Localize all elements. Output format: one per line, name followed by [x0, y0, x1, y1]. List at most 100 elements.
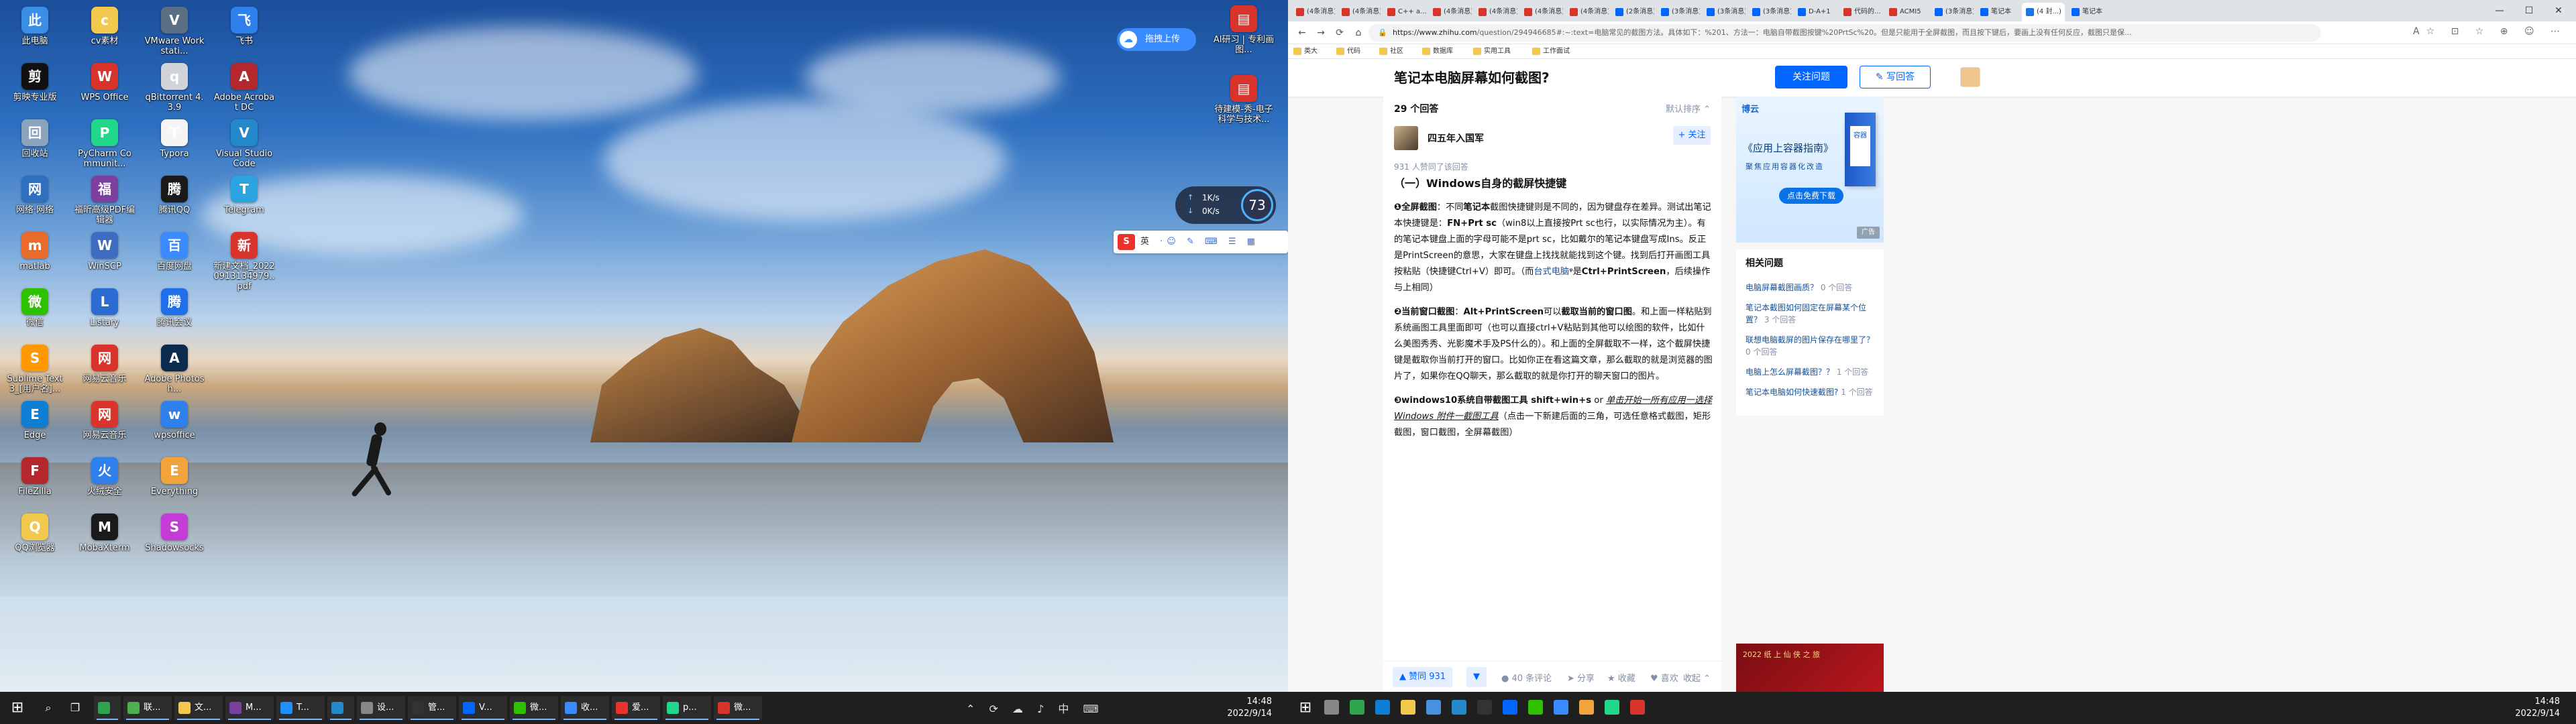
- desktop-shortcut[interactable]: m matlab: [4, 231, 66, 287]
- taskbar-clock[interactable]: 14:48 2022/9/14: [1198, 696, 1272, 720]
- ad-banner-bottom[interactable]: 2022 纸 上 仙 侠 之 旅: [1736, 644, 1884, 692]
- desktop-shortcut[interactable]: E Everything: [144, 456, 205, 512]
- browser-tab[interactable]: C++ a...: [1383, 3, 1426, 21]
- desktop-shortcut[interactable]: 剪剪映专业版: [4, 62, 66, 118]
- share-button[interactable]: ➤ 分享: [1567, 671, 1595, 684]
- task-view-icon[interactable]: ❐: [63, 696, 87, 720]
- related-question-item[interactable]: 笔记本截图如何固定在屏幕某个位置？ 3 个回答: [1746, 302, 1880, 326]
- taskbar-app-icon[interactable]: [1477, 700, 1492, 715]
- desktop-shortcut[interactable]: W WinSCP: [74, 231, 136, 287]
- desktop-shortcut[interactable]: 飞飞书: [213, 5, 275, 62]
- bookmark-folder[interactable]: 社区: [1378, 46, 1403, 57]
- desktop-shortcut[interactable]: 网网易云音乐: [74, 400, 136, 456]
- related-question-item[interactable]: 联想电脑截屏的图片保存在哪里了？ 0 个回答: [1746, 334, 1880, 358]
- back-icon[interactable]: ←: [1295, 25, 1309, 40]
- taskbar-app-icon[interactable]: [1528, 700, 1543, 715]
- ime-mode-label[interactable]: 英: [1140, 237, 1149, 247]
- maximize-button[interactable]: ☐: [2516, 3, 2542, 19]
- network-speed-widget[interactable]: ↑ 1K/s ↓ 0K/s 73: [1175, 186, 1276, 224]
- related-question-link[interactable]: 联想电脑截屏的图片保存在哪里了？: [1746, 335, 1874, 345]
- desktop-shortcut[interactable]: 百百度网盘: [144, 231, 205, 287]
- desktop-shortcut[interactable]: E Edge: [4, 400, 66, 456]
- browser-tab[interactable]: (4条消息): [1292, 3, 1335, 21]
- taskbar-app-icon[interactable]: [1401, 700, 1415, 715]
- desktop-shortcut[interactable]: Q QQ浏览器: [4, 512, 66, 568]
- favorite-button[interactable]: ★ 收藏: [1607, 671, 1635, 684]
- bookmark-folder[interactable]: 类大: [1292, 46, 1318, 57]
- url-input[interactable]: 🔒 https://www.zhihu.com/question/2949466…: [1368, 24, 2321, 42]
- follow-author-button[interactable]: + 关注: [1673, 126, 1711, 145]
- taskbar-app-button[interactable]: 微...: [714, 696, 762, 720]
- browser-tab[interactable]: (4条消息): [1429, 3, 1472, 21]
- taskbar-app-icon[interactable]: [1554, 700, 1568, 715]
- taskbar-app-icon[interactable]: [1324, 700, 1339, 715]
- taskbar-app-button[interactable]: 微...: [510, 696, 558, 720]
- browser-extension-icons[interactable]: A☆ ⊡ ☆ ⊕ ☺ ⋯: [2413, 26, 2567, 37]
- like-button[interactable]: ♥ 喜欢: [1650, 671, 1678, 684]
- taskbar-app-button[interactable]: 管...: [408, 696, 456, 720]
- ad-download-button[interactable]: 点击免费下载: [1779, 188, 1843, 204]
- taskbar-app-icon[interactable]: [1375, 700, 1390, 715]
- ad-banner[interactable]: 博云 《应用上容器指南》 聚焦应用容器化改造 容器 点击免费下载 广告: [1736, 97, 1884, 243]
- browser-tab[interactable]: (3条消息): [1657, 3, 1700, 21]
- search-icon[interactable]: ⌕: [36, 696, 60, 720]
- browser-tab[interactable]: (4条消息): [1520, 3, 1563, 21]
- taskbar-clock[interactable]: 14:48 2022/9/14: [2515, 696, 2560, 720]
- drag-upload-pill[interactable]: ☁ 拖拽上传: [1117, 28, 1196, 51]
- browser-tab[interactable]: (3条消息): [1703, 3, 1746, 21]
- user-avatar[interactable]: [1960, 67, 1980, 87]
- desktop-shortcut[interactable]: 新新建文档_20220913134979..pdf: [213, 231, 275, 292]
- related-question-link[interactable]: 笔记本电脑如何快速截图?: [1746, 387, 1838, 397]
- browser-tab[interactable]: D-A+1: [1794, 3, 1837, 21]
- browser-tab[interactable]: (2条消息): [1611, 3, 1654, 21]
- desktop-shortcut[interactable]: P PyCharm Communit...: [74, 118, 136, 174]
- vote-down-button[interactable]: ▼: [1466, 667, 1487, 687]
- desktop-shortcut[interactable]: 网网络·网络: [4, 174, 66, 231]
- bookmark-folder[interactable]: 实用工具: [1472, 46, 1511, 57]
- desktop-shortcut[interactable]: 此此电脑: [4, 5, 66, 62]
- windows-start-icon[interactable]: ⊞: [4, 696, 31, 720]
- related-question-item[interactable]: 电脑屏幕截图画质？ 0 个回答: [1746, 282, 1880, 294]
- related-question-item[interactable]: 电脑上怎么屏幕截图？？ 1 个回答: [1746, 366, 1880, 378]
- browser-tab[interactable]: 笔记本: [1976, 3, 2019, 21]
- desktop-shortcut[interactable]: S Shadowsocks: [144, 512, 205, 568]
- taskbar-app-icon[interactable]: [1503, 700, 1517, 715]
- taskbar-app-button[interactable]: V...: [459, 696, 507, 720]
- browser-tab[interactable]: 笔记本: [2068, 3, 2110, 21]
- author-avatar[interactable]: [1394, 126, 1418, 150]
- desktop-shortcut[interactable]: V VMware Workstati...: [144, 5, 205, 62]
- taskbar-app-button[interactable]: M...: [225, 696, 274, 720]
- taskbar-app-button[interactable]: p...: [663, 696, 711, 720]
- taskbar-app-button[interactable]: 收...: [561, 696, 609, 720]
- desktop-shortcut[interactable]: w wpsoffice: [144, 400, 205, 456]
- browser-tab[interactable]: ACMI5: [1885, 3, 1928, 21]
- bookmark-folder[interactable]: 代码: [1335, 46, 1360, 57]
- desktop-shortcut[interactable]: M MobaXterm: [74, 512, 136, 568]
- taskbar-app-icon[interactable]: [1630, 700, 1645, 715]
- desktop-shortcut[interactable]: S Sublime Text 3_[用户名]...: [4, 343, 66, 400]
- browser-tab[interactable]: (4条消息): [1474, 3, 1517, 21]
- comments-button[interactable]: ● 40 条评论: [1501, 671, 1552, 684]
- desktop-shortcut[interactable]: T Telegram: [213, 174, 275, 231]
- taskbar-app-icon[interactable]: [1579, 700, 1594, 715]
- taskbar-app-icon[interactable]: [1350, 700, 1364, 715]
- related-question-item[interactable]: 笔记本电脑如何快速截图? 1 个回答: [1746, 386, 1880, 398]
- ime-tool-icons[interactable]: ·☺ ✎ ⌨ ☰ ▦: [1160, 237, 1259, 247]
- taskbar-app-icon[interactable]: [1426, 700, 1441, 715]
- author-name[interactable]: 四五年入国军: [1428, 131, 1484, 145]
- forward-icon[interactable]: →: [1313, 25, 1328, 40]
- browser-tab[interactable]: (4条消息): [1338, 3, 1381, 21]
- browser-tab[interactable]: (3条消息): [1748, 3, 1791, 21]
- home-icon[interactable]: ⌂: [1351, 25, 1366, 40]
- desktop-shortcut[interactable]: V Visual Studio Code: [213, 118, 275, 174]
- desktop-shortcut[interactable]: F FileZilla: [4, 456, 66, 512]
- desktop-shortcut[interactable]: W WPS Office: [74, 62, 136, 118]
- follow-question-button[interactable]: 关注问题: [1775, 66, 1847, 88]
- desktop-shortcut[interactable]: A Adobe Acrobat DC: [213, 62, 275, 118]
- taskbar-app-button[interactable]: 文...: [174, 696, 223, 720]
- desktop-shortcut[interactable]: 火火绒安全: [74, 456, 136, 512]
- bookmark-folder[interactable]: 工作面试: [1531, 46, 1570, 57]
- browser-tab[interactable]: (3条消息): [1931, 3, 1974, 21]
- desktop-shortcut[interactable]: 福福昕高级PDF编辑器: [74, 174, 136, 231]
- system-tray-icons[interactable]: ⌃ ⟳ ☁ ♪ 中 ⌨: [966, 700, 1104, 716]
